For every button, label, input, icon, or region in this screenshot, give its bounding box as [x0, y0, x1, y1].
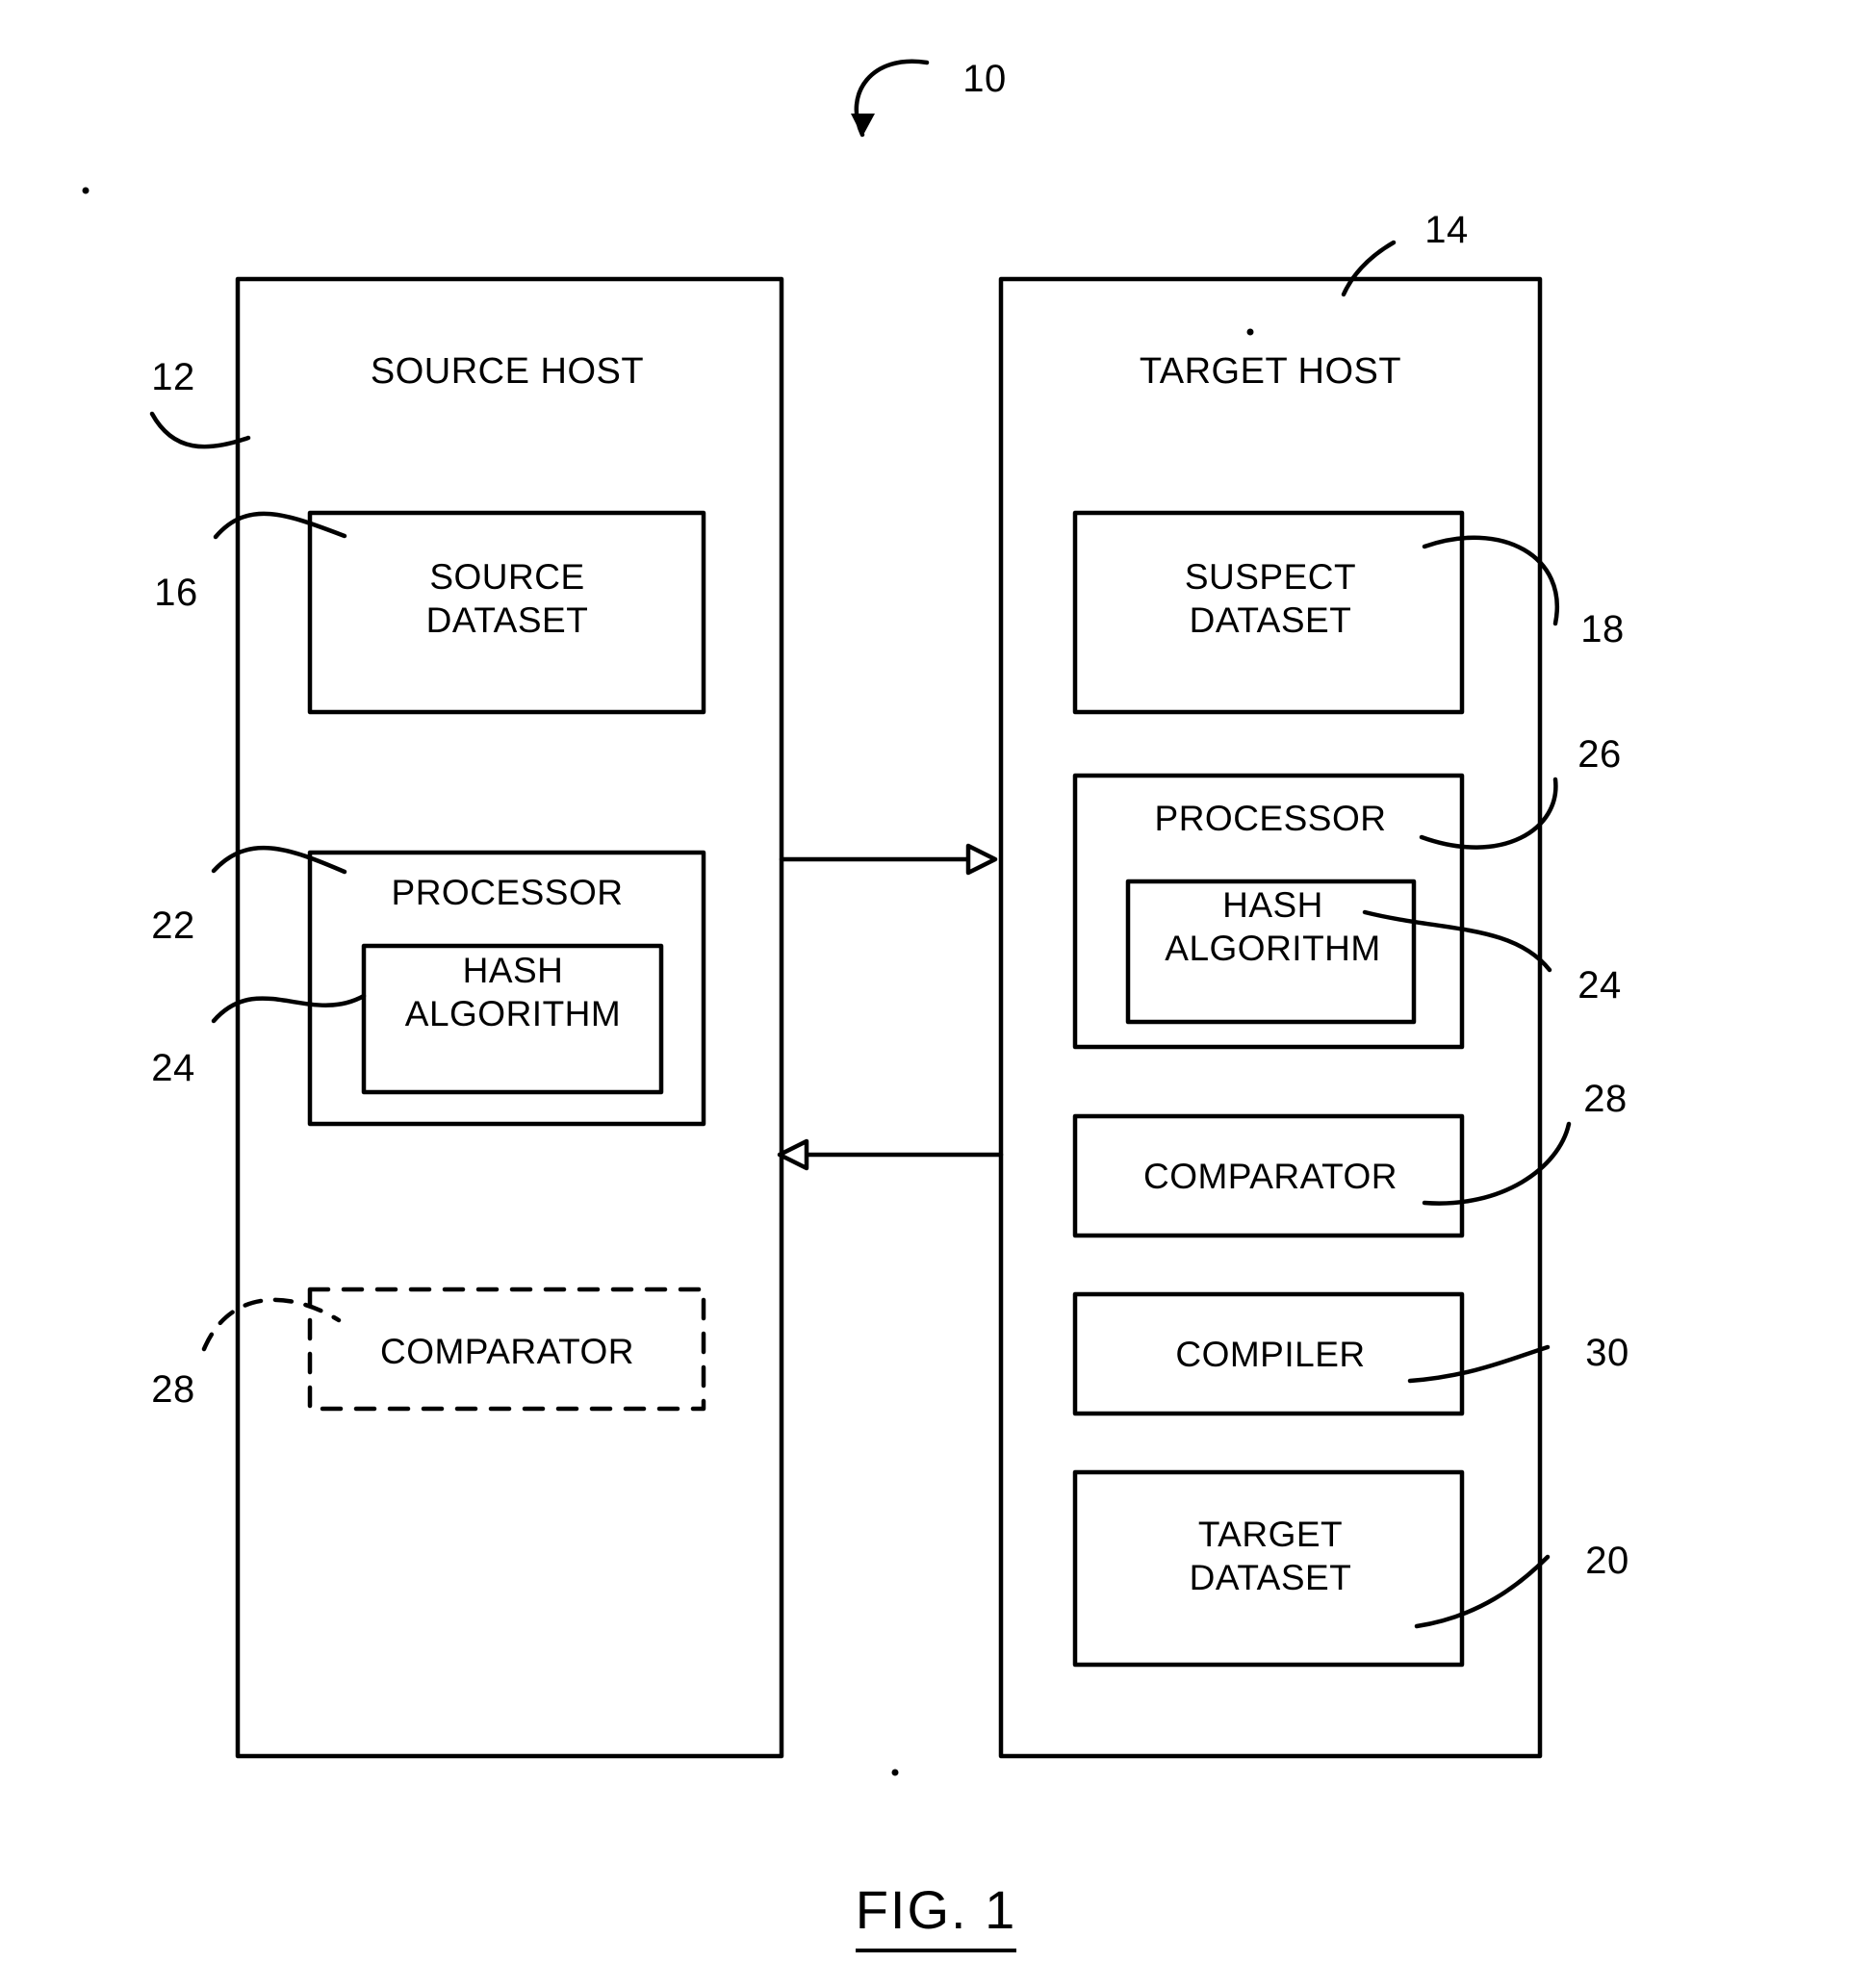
arrow-source-to-target-head: [965, 843, 998, 876]
ref-label-28-source: 28: [151, 1368, 195, 1411]
target-processor-label: PROCESSOR: [1154, 799, 1387, 838]
ref-label-26: 26: [1577, 733, 1622, 776]
ref-label-24-source: 24: [151, 1047, 195, 1089]
leader-line-12: [149, 411, 251, 449]
source-hash-algorithm-label: HASH ALGORITHM: [404, 951, 622, 1034]
figure-caption-text: FIG. 1: [855, 1878, 1017, 1952]
ref-label-12: 12: [151, 356, 195, 398]
ref-label-28-target: 28: [1583, 1078, 1628, 1120]
ref-label-10: 10: [962, 58, 1007, 100]
source-dataset-label: SOURCE DATASET: [425, 557, 589, 641]
figure-caption: FIG. 1: [0, 1878, 1872, 1952]
ref-label-30: 30: [1585, 1332, 1629, 1374]
scan-speck-target: [1246, 328, 1254, 336]
ref-label-16: 16: [154, 572, 198, 614]
ref-label-22: 22: [151, 905, 195, 947]
scan-speck-top-left: [82, 187, 90, 194]
source-processor-label: PROCESSOR: [391, 873, 624, 912]
ref-label-14: 14: [1424, 209, 1469, 251]
ref-label-20: 20: [1585, 1540, 1629, 1582]
ref-label-18: 18: [1580, 608, 1625, 650]
target-compiler-label: COMPILER: [1175, 1335, 1366, 1374]
scan-speck-bottom: [891, 1769, 899, 1776]
figure-page: 10 SOURCE HOST 12 SOURCE DATASET 16 PROC…: [0, 0, 1872, 1988]
leader-line-14: [1341, 240, 1397, 297]
target-hash-algorithm-label: HASH ALGORITHM: [1165, 885, 1381, 969]
leader-arrowhead-10: [851, 114, 875, 137]
suspect-dataset-label: SUSPECT DATASET: [1184, 557, 1357, 641]
source-host-title: SOURCE HOST: [370, 351, 645, 392]
target-host-title: TARGET HOST: [1139, 351, 1402, 392]
source-comparator-label: COMPARATOR: [379, 1332, 635, 1371]
target-dataset-label: TARGET DATASET: [1189, 1515, 1352, 1598]
leader-line-16: [213, 511, 347, 540]
ref-label-24-target: 24: [1577, 964, 1622, 1007]
leader-line-28-source: [201, 1297, 342, 1352]
target-comparator-label: COMPARATOR: [1142, 1157, 1398, 1196]
